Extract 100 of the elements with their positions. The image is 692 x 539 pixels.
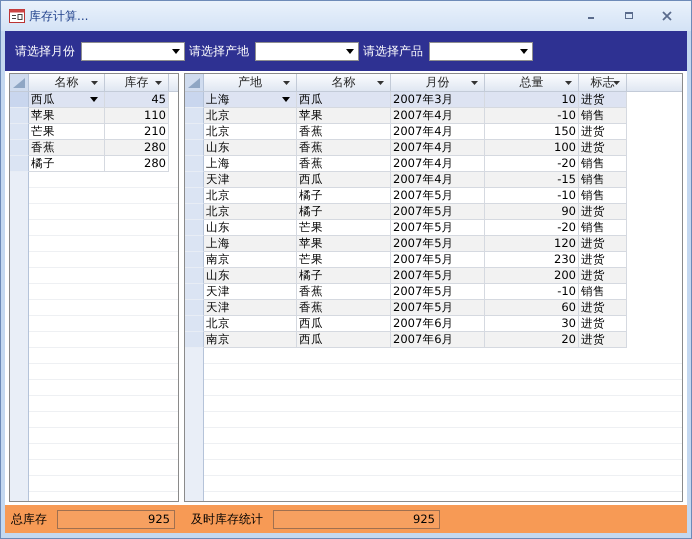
row-selector[interactable]: [10, 92, 29, 108]
table-cell: 2007年4月: [391, 108, 485, 124]
table-cell: -15: [485, 172, 579, 188]
table-cell: 北京: [204, 108, 297, 124]
row-selector[interactable]: [185, 332, 204, 348]
total-label: 总库存: [11, 510, 47, 528]
select-all-button[interactable]: [10, 74, 29, 91]
table-cell: 进货: [579, 92, 627, 108]
form-icon: [9, 9, 25, 23]
row-selector[interactable]: [185, 252, 204, 268]
table-cell: 西瓜: [297, 92, 391, 108]
window-title: 库存计算...: [29, 8, 88, 24]
table-cell: 天津: [204, 300, 297, 316]
row-selector[interactable]: [185, 236, 204, 252]
table-cell: 苹果: [297, 108, 391, 124]
table-cell: 2007年5月: [391, 236, 485, 252]
dropdown-field[interactable]: [429, 42, 533, 60]
table-cell: -10: [485, 108, 579, 124]
table-cell: 香蕉: [29, 140, 105, 156]
table-cell: 山东: [204, 268, 297, 284]
dropdown-field[interactable]: [81, 42, 185, 60]
column-header[interactable]: 标志: [579, 74, 627, 91]
select-all-button[interactable]: [185, 74, 204, 91]
table-cell: 200: [485, 268, 579, 284]
table-cell: 橘子: [297, 204, 391, 220]
row-selector[interactable]: [185, 156, 204, 172]
table-cell: 20: [485, 332, 579, 348]
table-cell: 山东: [204, 140, 297, 156]
maximize-icon: [624, 11, 634, 21]
table-cell: 北京: [204, 204, 297, 220]
table-cell: 45: [105, 92, 169, 108]
caret-icon: [155, 81, 162, 85]
table-cell: 上海: [204, 92, 297, 108]
dropdown-field[interactable]: [255, 42, 359, 60]
row-selector[interactable]: [185, 172, 204, 188]
table-cell: 2007年5月: [391, 300, 485, 316]
table-cell: 110: [105, 108, 169, 124]
table-cell: 销售: [579, 108, 627, 124]
caret-icon: [283, 81, 290, 85]
table-cell: 进货: [579, 140, 627, 156]
table-cell: 西瓜: [297, 332, 391, 348]
row-selector[interactable]: [185, 92, 204, 108]
caret-icon: [520, 48, 528, 54]
table-cell: 2007年6月: [391, 332, 485, 348]
close-icon: [662, 11, 672, 21]
caret-icon: [172, 48, 180, 54]
column-header[interactable]: 月份: [391, 74, 485, 91]
row-selector[interactable]: [10, 108, 29, 124]
row-selector[interactable]: [185, 300, 204, 316]
row-selector[interactable]: [10, 124, 29, 140]
row-selector[interactable]: [185, 188, 204, 204]
total-field: 925: [57, 510, 175, 528]
column-header[interactable]: 总量: [485, 74, 579, 91]
table-cell: 橘子: [297, 268, 391, 284]
caret-icon[interactable]: [282, 97, 290, 102]
table-cell: 苹果: [297, 236, 391, 252]
caret-icon: [613, 81, 620, 85]
triangle-icon: [188, 78, 200, 88]
column-header[interactable]: 库存: [105, 74, 169, 91]
filter-label: 请选择产品: [363, 42, 423, 60]
table-cell: 90: [485, 204, 579, 220]
table-cell: 进货: [579, 300, 627, 316]
caret-icon: [346, 48, 354, 54]
caret-icon: [565, 81, 572, 85]
row-selector[interactable]: [185, 124, 204, 140]
row-selector[interactable]: [185, 108, 204, 124]
row-selector[interactable]: [185, 268, 204, 284]
table-cell: 进货: [579, 236, 627, 252]
row-selector[interactable]: [185, 204, 204, 220]
table-cell: 南京: [204, 332, 297, 348]
caret-icon: [377, 81, 384, 85]
table-cell: 280: [105, 140, 169, 156]
table-cell: 苹果: [29, 108, 105, 124]
total-field: 925: [273, 510, 440, 528]
table-cell: 100: [485, 140, 579, 156]
caret-icon: [471, 81, 478, 85]
column-header[interactable]: 产地: [204, 74, 297, 91]
triangle-icon: [13, 78, 25, 88]
table-cell: 2007年5月: [391, 268, 485, 284]
row-selector[interactable]: [10, 140, 29, 156]
column-header[interactable]: 名称: [29, 74, 105, 91]
table-cell: 香蕉: [297, 300, 391, 316]
table-cell: 280: [105, 156, 169, 172]
table-cell: 2007年3月: [391, 92, 485, 108]
table-cell: 西瓜: [29, 92, 105, 108]
table-cell: 进货: [579, 204, 627, 220]
filter-label: 请选择产地: [189, 42, 249, 60]
table-cell: 2007年4月: [391, 140, 485, 156]
total-label: 及时库存统计: [191, 510, 263, 528]
table-cell: 天津: [204, 172, 297, 188]
row-selector[interactable]: [185, 316, 204, 332]
row-selector[interactable]: [185, 140, 204, 156]
row-selector[interactable]: [185, 284, 204, 300]
row-selector[interactable]: [185, 220, 204, 236]
filter-label: 请选择月份: [15, 42, 75, 60]
caret-icon[interactable]: [90, 97, 98, 102]
column-header[interactable]: 名称: [297, 74, 391, 91]
row-selector[interactable]: [10, 156, 29, 172]
table-cell: 香蕉: [297, 140, 391, 156]
table-cell: 60: [485, 300, 579, 316]
